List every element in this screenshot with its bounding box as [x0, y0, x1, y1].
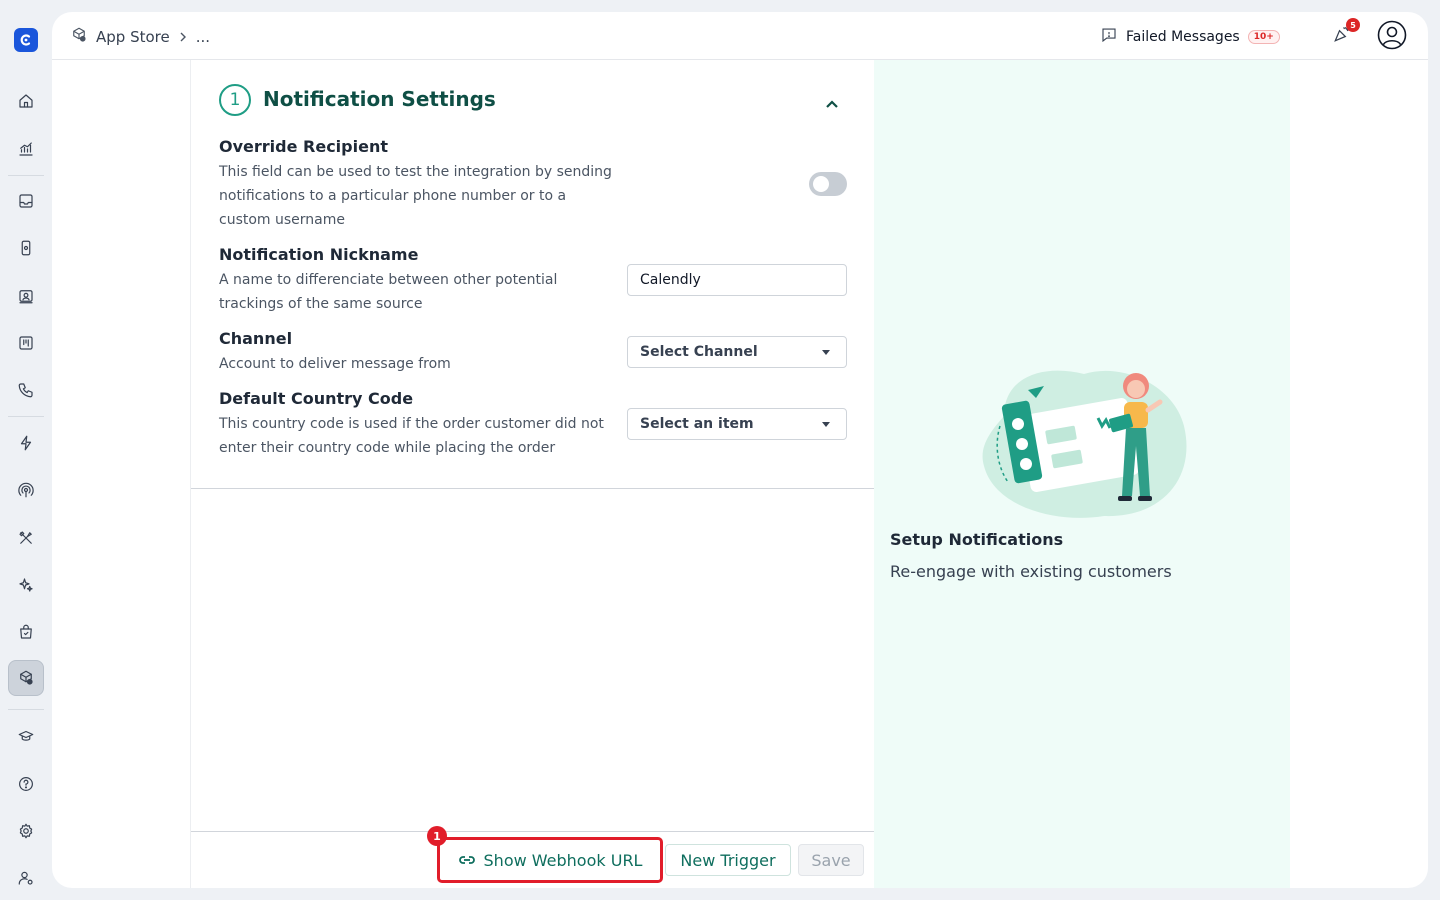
notification-badge: 5: [1346, 18, 1360, 32]
failed-messages-count: 10+: [1247, 30, 1280, 44]
country-code-title: Default Country Code: [219, 389, 414, 408]
help-icon[interactable]: [8, 766, 44, 802]
notification-nickname-input[interactable]: [627, 264, 847, 296]
notification-nickname-title: Notification Nickname: [219, 245, 419, 264]
caret-down-icon: [822, 350, 830, 355]
inbox-icon[interactable]: [8, 183, 44, 219]
tools-icon[interactable]: [8, 520, 44, 556]
main-container: App Store ... Failed Messages 10+ 5 1 No…: [52, 12, 1428, 888]
override-recipient-title: Override Recipient: [219, 137, 388, 156]
sparkles-icon[interactable]: [8, 567, 44, 603]
notification-settings-panel: 1 Notification Settings Override Recipie…: [190, 60, 875, 888]
top-bar: App Store ... Failed Messages 10+ 5: [52, 12, 1428, 60]
user-settings-icon[interactable]: [8, 860, 44, 896]
override-recipient-toggle[interactable]: [809, 172, 847, 196]
message-alert-icon: [1100, 26, 1118, 48]
channel-title: Channel: [219, 329, 293, 348]
chevron-right-icon: [178, 28, 188, 46]
device-icon[interactable]: [8, 230, 44, 266]
brand-logo-icon[interactable]: [14, 28, 38, 52]
breadcrumb-root[interactable]: App Store: [96, 28, 170, 46]
override-recipient-desc: This field can be used to test the integ…: [219, 164, 612, 228]
breadcrumb: App Store ...: [70, 26, 210, 48]
broadcast-icon[interactable]: [8, 472, 44, 508]
board-icon[interactable]: [8, 325, 44, 361]
country-code-select-value: Select an item: [640, 416, 754, 432]
form-divider: [191, 488, 875, 489]
country-code-select[interactable]: Select an item: [627, 408, 847, 440]
new-trigger-button[interactable]: New Trigger: [665, 844, 791, 876]
phone-icon[interactable]: [8, 372, 44, 408]
form-footer: Show Webhook URL 1 New Trigger Save: [191, 826, 875, 888]
notifications-illustration: [982, 370, 1187, 518]
app-store-icon[interactable]: [8, 660, 44, 696]
info-title: Setup Notifications: [890, 530, 1064, 549]
analytics-icon[interactable]: [8, 131, 44, 167]
user-avatar-icon[interactable]: [1377, 20, 1407, 50]
caret-down-icon: [822, 422, 830, 427]
chevron-up-icon[interactable]: [825, 94, 839, 108]
setup-info-panel: Setup Notifications Re-engage with exist…: [874, 60, 1290, 888]
app-store-icon: [70, 26, 88, 48]
lightning-icon[interactable]: [8, 425, 44, 461]
channel-desc: Account to deliver message from: [219, 356, 451, 372]
shopping-bag-icon[interactable]: [8, 614, 44, 650]
show-webhook-url-label: Show Webhook URL: [483, 850, 643, 870]
show-webhook-url-button[interactable]: Show Webhook URL: [437, 837, 663, 883]
contacts-icon[interactable]: [8, 278, 44, 314]
section-title: Notification Settings: [263, 87, 496, 111]
settings-icon[interactable]: [8, 813, 44, 849]
breadcrumb-current: ...: [195, 28, 211, 46]
info-subtitle: Re-engage with existing customers: [890, 562, 1172, 581]
step-marker-badge: 1: [427, 826, 447, 846]
graduation-cap-icon[interactable]: [8, 718, 44, 754]
save-button[interactable]: Save: [798, 844, 864, 876]
channel-select[interactable]: Select Channel: [627, 336, 847, 368]
country-code-desc: This country code is used if the order c…: [219, 416, 604, 456]
step-number: 1: [219, 84, 251, 116]
home-icon[interactable]: [8, 83, 44, 119]
link-icon: [458, 851, 476, 870]
channel-select-value: Select Channel: [640, 344, 758, 360]
sidebar: [0, 0, 52, 900]
notification-nickname-desc: A name to differenciate between other po…: [219, 272, 558, 312]
failed-messages-label: Failed Messages: [1126, 29, 1240, 45]
failed-messages-button[interactable]: Failed Messages 10+: [1100, 26, 1280, 48]
